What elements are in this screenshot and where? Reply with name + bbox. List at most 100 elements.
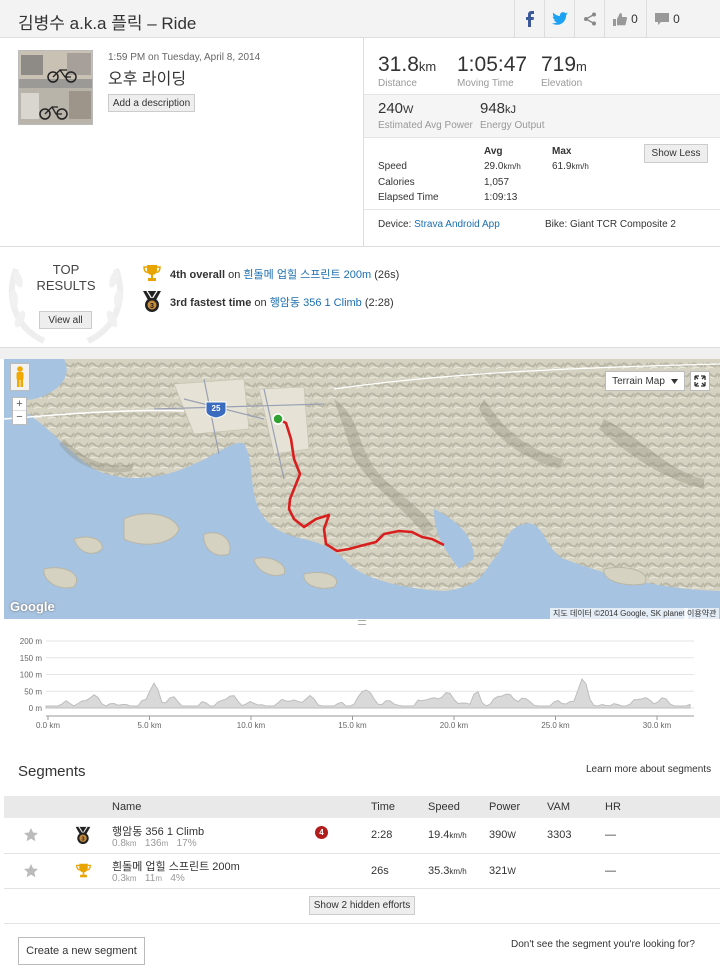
y-tick-label: 0 m [29, 704, 43, 713]
create-segment-button[interactable]: Create a new segment [18, 937, 145, 965]
facebook-icon [525, 11, 534, 27]
x-tick-label: 30.0 km [643, 721, 672, 730]
power-label: Estimated Avg Power [378, 120, 473, 131]
divider [4, 923, 720, 924]
top-results-title: TOP RESULTS [36, 262, 96, 293]
kudos-count: 0 [631, 12, 638, 26]
svg-text:3: 3 [150, 303, 154, 310]
top-result-1: 4th overall on 흰돌메 업힐 스프린트 200m (26s) [170, 269, 400, 281]
twitter-share-button[interactable] [544, 0, 574, 38]
segments-table-header: Name Time Speed Power VAM HR [4, 796, 720, 818]
table-row[interactable]: 흰돌메 업힐 스프린트 200m 0.3km 11m 4% 26s 35.3km… [4, 854, 720, 889]
elevation-chart: 200 m 150 m 100 m 50 m 0 m 0.0 km 5.0 km 10.0 … [4, 626, 720, 736]
fullscreen-icon [694, 375, 706, 387]
elevation-label: Elevation [541, 78, 583, 89]
avg-header: Avg [484, 146, 503, 157]
device-info: Device: Strava Android App [378, 219, 500, 230]
rank-badge: 4 [315, 826, 328, 839]
elevation-chart-svg: 200 m 150 m 100 m 50 m 0 m 0.0 km 5.0 km 10.0 … [20, 637, 694, 730]
map-attribution: 지도 데이터 ©2014 Google, SK planet [550, 608, 689, 619]
elapsed-value: 1:09:13 [484, 192, 518, 203]
share-button[interactable] [574, 0, 604, 38]
elevation-profile [45, 677, 691, 709]
trophy-icon [76, 863, 91, 878]
chevron-down-icon [670, 378, 678, 384]
column-hr[interactable]: HR [605, 801, 621, 813]
star-icon[interactable] [24, 864, 38, 878]
show-less-button[interactable]: Show Less [644, 144, 708, 163]
top-result-2-segment-link[interactable]: 행암동 356 1 Climb [270, 297, 362, 309]
facebook-share-button[interactable] [514, 0, 544, 38]
x-tick-label: 20.0 km [440, 721, 469, 730]
comments-button[interactable]: 0 [646, 0, 688, 38]
segment-speed: 19.4km/h [428, 829, 467, 841]
calories-value: 1,057 [484, 177, 510, 188]
speed-label: Speed [378, 161, 407, 172]
comment-icon [655, 12, 670, 25]
calories-label: Calories [378, 177, 415, 188]
top-result-1-segment-link[interactable]: 흰돌메 업힐 스프린트 200m [243, 269, 371, 281]
activity-summary: 1:59 PM on Tuesday, April 8, 2014 오후 라이딩… [0, 38, 363, 246]
top-results-section: TOP RESULTS View all 4th overall on 흰돌메 … [0, 247, 720, 347]
moving-time-label: Moving Time [457, 78, 514, 89]
star-icon[interactable] [24, 828, 38, 842]
thumbs-up-icon [613, 12, 628, 26]
distance-stat: 31.8km [378, 53, 437, 76]
table-row[interactable]: 3 행암동 356 1 Climb 0.8km 136m 17% 4 2:28 … [4, 818, 720, 854]
column-speed[interactable]: Speed [428, 801, 460, 813]
segment-time: 26s [371, 865, 389, 877]
bike-info: Bike: Giant TCR Composite 2 [545, 219, 676, 230]
elevation-stat: 719m [541, 53, 587, 76]
activity-name[interactable]: 오후 라이딩 [108, 65, 186, 89]
segment-name-link[interactable]: 행암동 356 1 Climb [112, 823, 204, 839]
resize-handle[interactable] [358, 620, 366, 625]
column-power[interactable]: Power [489, 801, 520, 813]
map-type-select[interactable]: Terrain Map [605, 371, 685, 391]
fullscreen-button[interactable] [690, 371, 710, 391]
column-name[interactable]: Name [112, 801, 141, 813]
device-link[interactable]: Strava Android App [414, 219, 500, 230]
google-logo: Google [10, 599, 55, 614]
zoom-out-button[interactable]: − [13, 411, 26, 424]
segment-not-found-link[interactable]: Don't see the segment you're looking for… [511, 939, 695, 950]
svg-text:3: 3 [81, 837, 84, 843]
y-tick-label: 200 m [20, 637, 43, 646]
activity-datetime: 1:59 PM on Tuesday, April 8, 2014 [108, 52, 261, 63]
column-vam[interactable]: VAM [547, 801, 570, 813]
y-tick-label: 150 m [20, 654, 43, 663]
segments-title: Segments [18, 763, 86, 780]
pegman-icon [16, 366, 24, 387]
view-all-button[interactable]: View all [39, 311, 92, 329]
moving-time-stat: 1:05:47 [457, 53, 528, 76]
map-terms-link[interactable]: 이용약관 [684, 608, 720, 619]
elapsed-label: Elapsed Time [378, 192, 439, 203]
street-view-pegman[interactable] [10, 363, 30, 391]
y-tick-label: 50 m [24, 687, 42, 696]
zoom-in-button[interactable]: + [13, 398, 26, 411]
third-place-medal-icon: 3 [143, 290, 161, 312]
segment-meta: 0.8km 136m 17% [112, 838, 197, 849]
elevation-x-ticks: 0.0 km 5.0 km 10.0 km 15.0 km 20.0 km 25.0 km… [36, 716, 672, 730]
x-tick-label: 0.0 km [36, 721, 60, 730]
max-header: Max [552, 146, 572, 157]
speed-avg: 29.0km/h [484, 161, 521, 172]
add-description-button[interactable]: Add a description [108, 94, 195, 112]
show-hidden-efforts-button[interactable]: Show 2 hidden efforts [309, 896, 415, 915]
x-tick-label: 5.0 km [137, 721, 161, 730]
svg-text:25: 25 [212, 404, 221, 413]
x-tick-label: 25.0 km [541, 721, 570, 730]
segment-hr: — [605, 829, 616, 841]
section-divider [0, 347, 720, 359]
activity-stats: 31.8km Distance 1:05:47 Moving Time 719m… [363, 38, 720, 246]
column-time[interactable]: Time [371, 801, 395, 813]
learn-more-segments-link[interactable]: Learn more about segments [586, 764, 711, 775]
share-icon [583, 12, 596, 26]
kudos-button[interactable]: 0 [604, 0, 646, 38]
top-result-2: 3rd fastest time on 행암동 356 1 Climb (2:2… [170, 297, 394, 309]
segment-vam: 3303 [547, 829, 572, 841]
segment-name-link[interactable]: 흰돌메 업힐 스프린트 200m [112, 858, 240, 874]
activity-photo[interactable] [18, 50, 93, 125]
route-map[interactable]: 25 + − Terrain Map Google 지도 데이터 ©2014 G… [4, 359, 720, 619]
third-place-medal-icon: 3 [75, 826, 91, 844]
segment-power: 390W [489, 829, 516, 841]
